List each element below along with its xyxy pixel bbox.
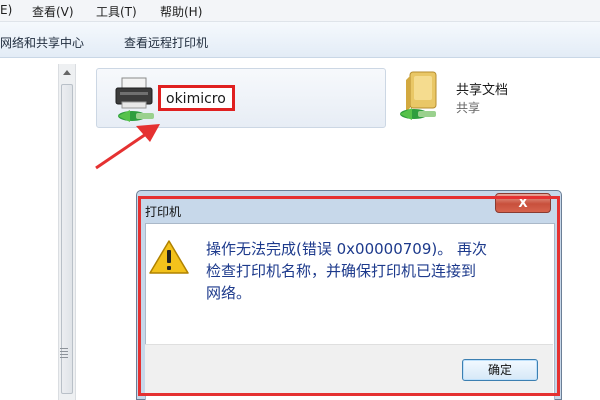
shared-folder-icon[interactable] bbox=[394, 68, 442, 126]
warning-icon bbox=[149, 240, 189, 274]
network-sharing-center-button[interactable]: 网络和共享中心 bbox=[0, 34, 84, 51]
error-message-line: 操作无法完成(错误 0x00000709)。 再次 bbox=[206, 240, 488, 258]
scroll-grip-icon bbox=[60, 348, 68, 358]
menu-edit[interactable]: E) bbox=[0, 3, 12, 17]
shared-folder-subtitle: 共享 bbox=[456, 101, 481, 115]
view-remote-printers-button[interactable]: 查看远程打印机 bbox=[124, 34, 208, 51]
close-icon: X bbox=[518, 196, 528, 210]
close-button[interactable]: X bbox=[495, 193, 551, 213]
error-message: 操作无法完成(错误 0x00000709)。 再次 检查打印机名称，并确保打印机… bbox=[206, 238, 544, 304]
scroll-up-icon[interactable] bbox=[63, 70, 71, 75]
menu-tools[interactable]: 工具(T) bbox=[96, 3, 137, 20]
shared-folder-name[interactable]: 共享文档 bbox=[456, 79, 508, 98]
error-message-line: 网络。 bbox=[206, 284, 252, 302]
toolbar: 网络和共享中心 查看远程打印机 bbox=[0, 22, 600, 58]
dialog-title: 打印机 bbox=[145, 205, 182, 219]
printer-name[interactable]: okimicro bbox=[166, 91, 226, 107]
menu-bar: E) 查看(V) 工具(T) 帮助(H) bbox=[0, 0, 600, 22]
menu-help[interactable]: 帮助(H) bbox=[160, 3, 202, 20]
shared-printer-icon bbox=[115, 77, 154, 122]
printer-name-highlight: okimicro bbox=[158, 85, 235, 111]
ok-button[interactable]: 确定 bbox=[462, 359, 538, 381]
error-message-line: 检查打印机名称，并确保打印机已连接到 bbox=[206, 262, 477, 280]
menu-view[interactable]: 查看(V) bbox=[32, 3, 74, 20]
